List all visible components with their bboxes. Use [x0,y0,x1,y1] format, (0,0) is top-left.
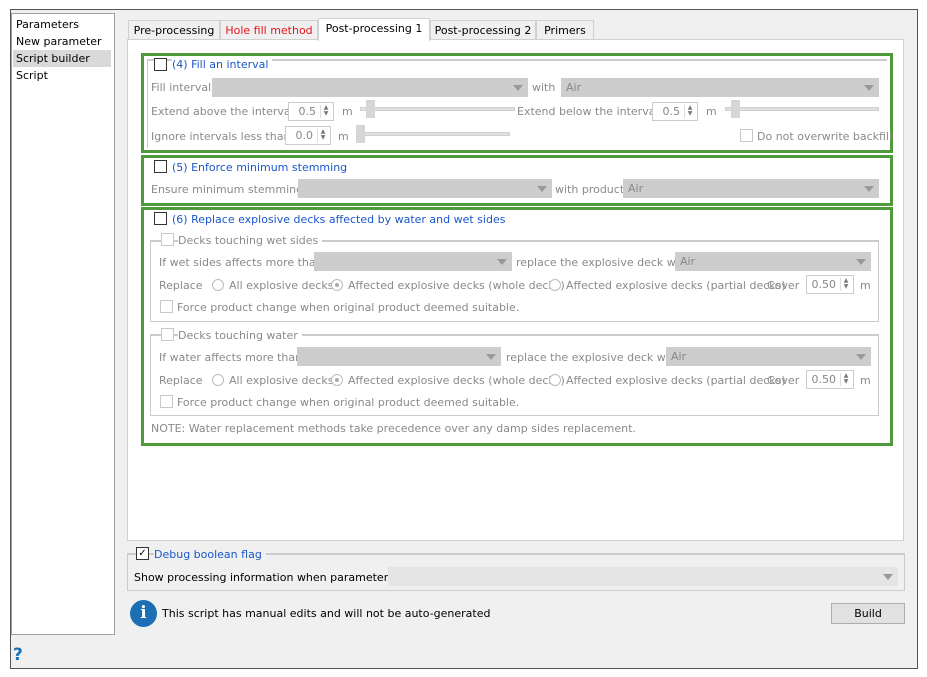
spin-arrows-icon[interactable]: ▲ ▼ [684,105,695,118]
spin-arrows-icon[interactable]: ▲ ▼ [840,278,851,291]
replacement-note: NOTE: Water replacement methods take pre… [151,422,636,435]
wet-partial-decks-label: Affected explosive decks (partial decks) [566,279,786,292]
water-whole-decks-label: Affected explosive decks (whole decks) [348,374,565,387]
stemming-product-select[interactable]: Air [623,179,879,198]
unit-label: m [338,130,349,143]
extend-below-slider[interactable] [725,107,879,111]
extend-above-value: 0.5 [298,105,317,118]
stemming-select[interactable] [298,179,552,198]
ignore-intervals-label: Ignore intervals less than [151,130,291,143]
extend-above-spinner[interactable]: 0.5 ▲ ▼ [288,102,334,121]
slider-thumb[interactable] [366,100,375,118]
no-overwrite-checkbox[interactable] [740,129,753,142]
wet-sides-title: Decks touching wet sides [178,234,323,247]
sidebar-item-script[interactable]: Script [16,67,114,84]
sidebar-list: Parameters New parameter Script builder … [11,13,115,635]
extend-below-label: Extend below the interval [517,105,659,118]
info-icon: i [130,600,157,627]
extend-below-value: 0.5 [662,105,681,118]
wet-sides-checkbox[interactable] [161,233,174,246]
with-label: with [532,81,556,94]
fill-interval-checkbox[interactable] [154,58,167,71]
replace-decks-title: (6) Replace explosive decks affected by … [172,213,506,226]
wet-cover-label: Cover [767,279,800,292]
debug-title: Debug boolean flag [154,548,266,561]
tab-post-processing-1[interactable]: Post-processing 1 [318,18,430,41]
unit-label: m [706,105,717,118]
help-icon[interactable]: ? [13,645,23,665]
extend-above-slider[interactable] [360,107,515,111]
spin-arrows-icon[interactable]: ▲ ▼ [840,373,851,386]
wet-cover-value: 0.50 [811,278,837,291]
extend-below-spinner[interactable]: 0.5 ▲ ▼ [652,102,698,121]
ignore-intervals-value: 0.0 [295,129,314,142]
ignore-intervals-spinner[interactable]: 0.0 ▲ ▼ [285,126,331,145]
wet-cover-spinner[interactable]: 0.50 ▲ ▼ [806,275,854,294]
water-cover-label: Cover [767,374,800,387]
fill-interval-title: (4) Fill an interval [172,58,273,71]
fill-interval-label: Fill interval [151,81,212,94]
water-threshold-select[interactable] [297,347,501,366]
wet-replace-label: Replace [159,279,203,292]
manual-edits-message: This script has manual edits and will no… [162,607,491,620]
water-checkbox[interactable] [161,328,174,341]
extend-above-label: Extend above the interval [151,105,294,118]
ensure-stemming-label: Ensure minimum stemming of [151,183,318,196]
fill-product-select[interactable]: Air [561,78,879,97]
fill-interval-select[interactable] [212,78,528,97]
wet-whole-decks-radio[interactable] [331,279,343,291]
wet-threshold-select[interactable] [314,252,512,271]
wet-force-label: Force product change when original produ… [177,301,520,314]
spin-arrows-icon[interactable]: ▲ ▼ [317,129,328,142]
water-if-label: If water affects more than [159,351,303,364]
sidebar-item-new-parameter[interactable]: New parameter [16,33,114,50]
sidebar-item-script-builder[interactable]: Script builder [13,50,111,67]
unit-label: m [860,374,871,387]
wet-all-decks-label: All explosive decks [229,279,334,292]
water-title: Decks touching water [178,329,302,342]
water-partial-decks-label: Affected explosive decks (partial decks) [566,374,786,387]
show-info-select[interactable] [388,567,898,586]
water-force-checkbox[interactable] [160,395,173,408]
water-all-decks-radio[interactable] [212,374,224,386]
tab-hole-fill-method[interactable]: Hole fill method [220,20,318,40]
slider-thumb[interactable] [731,100,740,118]
slider-thumb[interactable] [356,125,365,143]
replace-decks-checkbox[interactable] [154,212,167,225]
wet-all-decks-radio[interactable] [212,279,224,291]
water-partial-decks-radio[interactable] [549,374,561,386]
minimum-stemming-title: (5) Enforce minimum stemming [172,161,348,174]
water-product-select[interactable]: Air [666,347,871,366]
wet-if-label: If wet sides affects more than [159,256,323,269]
water-all-decks-label: All explosive decks [229,374,334,387]
tab-post-processing-2[interactable]: Post-processing 2 [430,20,536,40]
unit-label: m [342,105,353,118]
with-product-label: with product [555,183,625,196]
unit-label: m [860,279,871,292]
water-force-label: Force product change when original produ… [177,396,520,409]
debug-checkbox[interactable]: ✓ [136,547,149,560]
build-button[interactable]: Build [831,603,905,624]
water-replace-label: Replace [159,374,203,387]
wet-force-checkbox[interactable] [160,300,173,313]
spin-arrows-icon[interactable]: ▲ ▼ [320,105,331,118]
water-cover-spinner[interactable]: 0.50 ▲ ▼ [806,370,854,389]
sidebar-item-parameters[interactable]: Parameters [16,16,114,33]
tab-primers[interactable]: Primers [536,20,594,40]
wet-whole-decks-label: Affected explosive decks (whole decks) [348,279,565,292]
wet-product-select[interactable]: Air [675,252,871,271]
tab-pre-processing[interactable]: Pre-processing [128,20,220,40]
ignore-intervals-slider[interactable] [356,132,510,136]
no-overwrite-label: Do not overwrite backfill [757,130,893,143]
water-cover-value: 0.50 [811,373,837,386]
wet-partial-decks-radio[interactable] [549,279,561,291]
water-replace-with-label: replace the explosive deck with [506,351,681,364]
show-info-label: Show processing information when paramet… [134,571,421,584]
wet-replace-with-label: replace the explosive deck with [516,256,691,269]
water-whole-decks-radio[interactable] [331,374,343,386]
minimum-stemming-checkbox[interactable] [154,160,167,173]
